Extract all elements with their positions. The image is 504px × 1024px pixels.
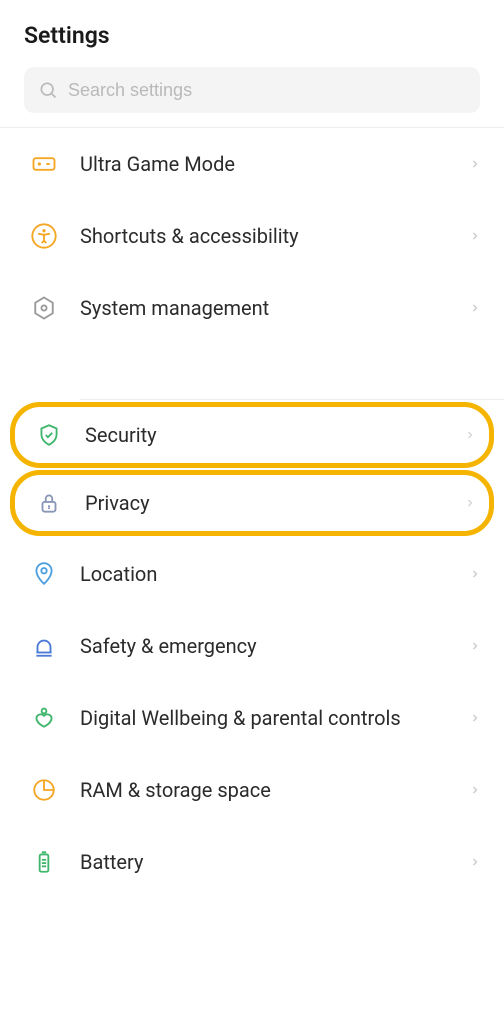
chevron-right-icon — [463, 496, 477, 510]
chevron-right-icon — [463, 428, 477, 442]
chevron-right-icon — [468, 229, 482, 243]
bell-icon — [30, 632, 58, 660]
section-divider — [0, 344, 504, 400]
settings-item-label: Location — [80, 562, 446, 587]
chevron-right-icon — [468, 157, 482, 171]
page-header: Settings — [0, 0, 504, 67]
settings-list: Ultra Game Mode Shortcuts & accessibilit… — [0, 128, 504, 898]
settings-item-ultra-game-mode[interactable]: Ultra Game Mode — [0, 128, 504, 200]
settings-item-label: Security — [85, 423, 441, 448]
settings-item-safety-emergency[interactable]: Safety & emergency — [0, 610, 504, 682]
settings-item-shortcuts-accessibility[interactable]: Shortcuts & accessibility — [0, 200, 504, 272]
settings-item-ram-storage[interactable]: RAM & storage space — [0, 754, 504, 826]
shield-check-icon — [35, 421, 63, 449]
search-icon — [38, 80, 58, 100]
settings-item-digital-wellbeing[interactable]: Digital Wellbeing & parental controls — [0, 682, 504, 754]
accessibility-icon — [30, 222, 58, 250]
settings-item-label: RAM & storage space — [80, 778, 446, 803]
settings-item-label: System management — [80, 296, 446, 321]
chevron-right-icon — [468, 711, 482, 725]
gear-hex-icon — [30, 294, 58, 322]
lock-icon — [35, 489, 63, 517]
chevron-right-icon — [468, 567, 482, 581]
settings-item-privacy[interactable]: Privacy — [10, 470, 494, 536]
location-pin-icon — [30, 560, 58, 588]
settings-item-label: Digital Wellbeing & parental controls — [80, 706, 446, 731]
chevron-right-icon — [468, 855, 482, 869]
page-title: Settings — [24, 22, 480, 49]
settings-item-security[interactable]: Security — [10, 402, 494, 468]
game-controller-icon — [30, 150, 58, 178]
settings-item-location[interactable]: Location — [0, 538, 504, 610]
settings-item-label: Safety & emergency — [80, 634, 446, 659]
heart-person-icon — [30, 704, 58, 732]
search-box[interactable] — [24, 67, 480, 113]
settings-item-label: Battery — [80, 850, 446, 875]
settings-item-label: Privacy — [85, 491, 441, 516]
chevron-right-icon — [468, 301, 482, 315]
search-container — [0, 67, 504, 127]
chevron-right-icon — [468, 783, 482, 797]
settings-item-label: Ultra Game Mode — [80, 152, 446, 177]
settings-item-system-management[interactable]: System management — [0, 272, 504, 344]
settings-item-label: Shortcuts & accessibility — [80, 224, 446, 249]
search-input[interactable] — [68, 80, 466, 101]
pie-clock-icon — [30, 776, 58, 804]
chevron-right-icon — [468, 639, 482, 653]
settings-item-battery[interactable]: Battery — [0, 826, 504, 898]
battery-icon — [30, 848, 58, 876]
